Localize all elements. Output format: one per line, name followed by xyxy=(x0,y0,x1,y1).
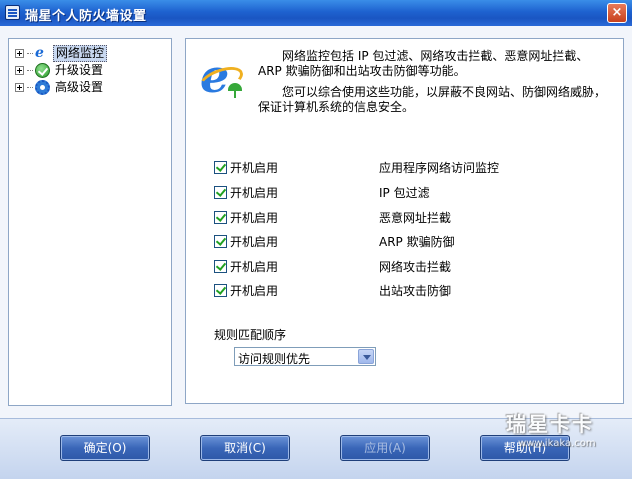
ok-button[interactable]: 确定(O) xyxy=(60,435,150,461)
rule-order-label: 规则匹配顺序 xyxy=(214,328,287,342)
checkbox-label[interactable]: 开机启用 xyxy=(230,233,278,250)
description-text: 网络监控包括 IP 包过滤、网络攻击拦截、恶意网址拦截、ARP 欺骗防御和出站攻… xyxy=(258,49,589,78)
checkbox-label[interactable]: 开机启用 xyxy=(230,184,278,201)
internet-explorer-icon: e xyxy=(195,51,247,101)
feature-row: 开机启用 网络攻击拦截 xyxy=(214,258,451,275)
feature-row: 开机启用 ARP 欺骗防御 xyxy=(214,233,455,250)
startup-checkbox[interactable] xyxy=(214,185,227,199)
settings-tree: e 网络监控 升级设置 高级设置 xyxy=(8,38,172,406)
feature-name: 网络攻击拦截 xyxy=(379,260,452,274)
tree-item-update-settings[interactable]: 升级设置 xyxy=(15,62,105,78)
startup-checkbox[interactable] xyxy=(214,210,227,224)
startup-checkbox[interactable] xyxy=(214,234,227,248)
watermark: 瑞星卡卡 www.ikaka.com xyxy=(500,402,630,474)
feature-row: 开机启用 出站攻击防御 xyxy=(214,282,451,299)
update-icon xyxy=(35,62,50,78)
checkbox-label[interactable]: 开机启用 xyxy=(230,159,278,176)
rule-order-value: 访问规则优先 xyxy=(238,352,311,366)
tree-item-advanced-settings[interactable]: 高级设置 xyxy=(15,79,105,95)
startup-checkbox[interactable] xyxy=(214,259,227,273)
feature-row: 开机启用 IP 包过滤 xyxy=(214,184,430,201)
checkbox-label[interactable]: 开机启用 xyxy=(230,258,278,275)
tree-item-label: 高级设置 xyxy=(55,79,104,94)
feature-name: 应用程序网络访问监控 xyxy=(379,161,500,175)
expand-icon[interactable] xyxy=(15,65,24,75)
startup-checkbox[interactable] xyxy=(214,160,227,174)
gear-icon xyxy=(35,79,50,95)
close-button[interactable]: × xyxy=(607,3,627,23)
description-text: 您可以综合使用这些功能，以屏蔽不良网站、防御网络威胁，保证计算机系统的信息安全。 xyxy=(258,85,607,114)
network-monitor-panel: e 网络监控包括 IP 包过滤、网络攻击拦截、恶意网址拦截、ARP 欺骗防御和出… xyxy=(185,38,624,404)
ie-icon: e xyxy=(35,44,44,61)
expand-icon[interactable] xyxy=(15,48,24,58)
checkbox-label[interactable]: 开机启用 xyxy=(230,209,278,226)
checkbox-label[interactable]: 开机启用 xyxy=(230,282,278,299)
tree-item-label: 网络监控 xyxy=(53,44,108,62)
tree-item-label: 升级设置 xyxy=(55,62,104,77)
title-bar: 瑞星个人防火墙设置 × xyxy=(0,0,632,26)
feature-name: 恶意网址拦截 xyxy=(379,211,452,225)
feature-name: ARP 欺骗防御 xyxy=(379,235,455,249)
window-title: 瑞星个人防火墙设置 xyxy=(25,9,147,24)
feature-name: 出站攻击防御 xyxy=(379,284,452,298)
tree-item-network-monitor[interactable]: e 网络监控 xyxy=(15,44,108,62)
app-settings-icon xyxy=(5,5,20,20)
chevron-down-icon[interactable] xyxy=(358,349,374,364)
feature-row: 开机启用 应用程序网络访问监控 xyxy=(214,159,499,176)
watermark-logo: 瑞星卡卡 xyxy=(506,412,594,436)
feature-row: 开机启用 恶意网址拦截 xyxy=(214,209,451,226)
feature-name: IP 包过滤 xyxy=(379,186,430,200)
watermark-url: www.ikaka.com xyxy=(518,438,596,449)
apply-button[interactable]: 应用(A) xyxy=(340,435,430,461)
cancel-button[interactable]: 取消(C) xyxy=(200,435,290,461)
rule-order-select[interactable]: 访问规则优先 xyxy=(234,347,376,366)
startup-checkbox[interactable] xyxy=(214,283,227,297)
expand-icon[interactable] xyxy=(15,82,24,92)
